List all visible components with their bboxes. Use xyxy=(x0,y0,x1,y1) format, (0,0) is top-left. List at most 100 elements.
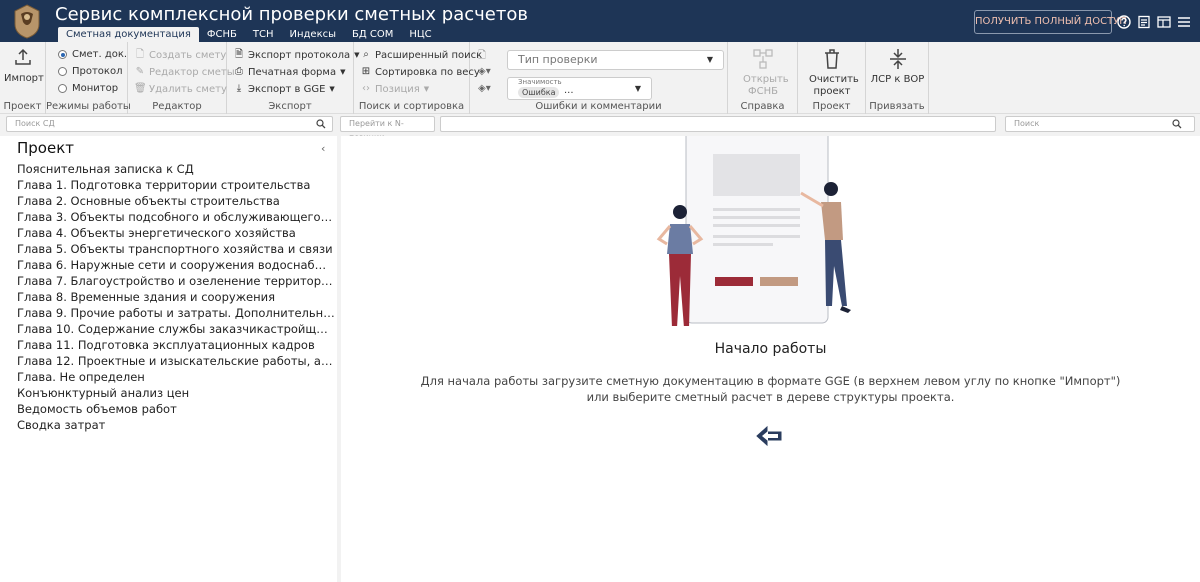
bind-label: ЛСР к ВОР xyxy=(870,74,925,85)
tree-item[interactable]: Глава 7. Благоустройство и озеленение те… xyxy=(17,273,335,289)
tab-tsn[interactable]: ТСН xyxy=(245,27,282,42)
merge-icon xyxy=(889,49,906,69)
group-label-help: Справка xyxy=(740,101,785,112)
tree-item[interactable]: Глава 11. Подготовка эксплуатационных ка… xyxy=(17,337,335,353)
group-label-export: Экспорт xyxy=(268,101,312,112)
tree-item[interactable]: Глава 2. Основные объекты строительства xyxy=(17,193,335,209)
group-label-modes: Режимы работы xyxy=(46,101,131,112)
delete-estimate-button[interactable]: 🗑 Удалить смету xyxy=(134,83,227,95)
tree-item[interactable]: Пояснительная записка к СД xyxy=(17,161,335,177)
help-icon[interactable] xyxy=(1117,15,1131,29)
search-icon: ⌕ xyxy=(363,49,369,60)
tree-item[interactable]: Глава 10. Содержание службы заказчикастр… xyxy=(17,321,335,337)
chevron-down-icon: ▼ xyxy=(340,68,346,76)
check-type-select[interactable]: Тип проверки ▼ xyxy=(507,50,724,70)
chevron-down-icon: ▼ xyxy=(634,84,641,93)
advanced-search-label: Расширенный поиск xyxy=(375,49,483,61)
project-tree-panel: Проект ‹ Пояснительная записка к СД Глав… xyxy=(0,136,337,582)
menu-icon[interactable] xyxy=(1177,15,1191,29)
export-protocol-button[interactable]: 🗎 Экспорт протокола ▼ xyxy=(233,49,360,61)
group-label-bind: Привязать xyxy=(869,101,925,112)
layout-icon[interactable] xyxy=(1157,15,1171,29)
significance-select[interactable]: Значимость Ошибка ... ▼ xyxy=(507,77,652,100)
tree-item[interactable]: Глава 6. Наружные сети и сооружения водо… xyxy=(17,257,335,273)
file-icon[interactable]: 🗋 xyxy=(478,48,486,65)
export-gge-button[interactable]: ⤓ Экспорт в GGE ▼ xyxy=(233,83,335,95)
group-errors: 🗋 ◈▾ ◈▾ Тип проверки ▼ Значимость Ошибка… xyxy=(470,42,728,114)
print-form-button[interactable]: ⎙ Печатная форма ▼ xyxy=(233,66,345,78)
printer-icon: ⎙ xyxy=(235,66,243,77)
trash-icon xyxy=(825,49,839,69)
tree-item[interactable]: Глава. Не определен xyxy=(17,369,335,385)
tree-item[interactable]: Глава 1. Подготовка территории строитель… xyxy=(17,177,335,193)
group-label-project-clear: Проект xyxy=(812,101,851,112)
download-icon: ⤓ xyxy=(236,83,242,94)
tab-bd-som[interactable]: БД СОМ xyxy=(344,27,401,42)
tab-fsnb[interactable]: ФСНБ xyxy=(199,27,245,42)
tab-indexes[interactable]: Индексы xyxy=(281,27,344,42)
main-tabs: Сметная документация ФСНБ ТСН Индексы БД… xyxy=(58,27,440,42)
tree-item[interactable]: Конъюнктурный анализ цен xyxy=(17,385,335,401)
start-description: Для начала работы загрузите сметную доку… xyxy=(341,373,1200,405)
radio-checked-icon xyxy=(58,50,67,59)
search-placeholder: Поиск xyxy=(1014,119,1040,128)
group-label-editor: Редактор xyxy=(152,101,202,112)
mode-label: Монитор xyxy=(72,83,119,94)
clear-project-button[interactable]: Очистить проект xyxy=(806,48,859,98)
mode-monitor-radio[interactable]: Монитор xyxy=(58,83,118,94)
advanced-search-button[interactable]: ⌕ Расширенный поиск xyxy=(360,49,482,61)
tab-smet-doc[interactable]: Сметная документация xyxy=(58,27,199,42)
goto-position-input[interactable]: Перейти к N-позиции xyxy=(340,116,435,142)
file-export-icon: 🗎 xyxy=(234,49,244,60)
document-icon[interactable] xyxy=(1137,15,1151,29)
tree-item[interactable]: Глава 3. Объекты подсобного и обслуживаю… xyxy=(17,209,335,225)
project-tree-title: Проект xyxy=(17,139,75,157)
tree-item[interactable]: Глава 5. Объекты транспортного хозяйства… xyxy=(17,241,335,257)
create-label: Создать смету xyxy=(149,49,227,61)
clear-project-label: Очистить проект xyxy=(809,74,859,97)
edit-estimate-button[interactable]: ✎ Редактор сметы xyxy=(134,66,235,78)
app-title: Сервис комплексной проверки сметных расч… xyxy=(55,4,528,25)
position-button[interactable]: ‹› Позиция ▼ xyxy=(360,83,429,95)
start-title: Начало работы xyxy=(714,341,827,357)
pencil-icon: ✎ xyxy=(135,66,145,77)
import-button[interactable]: Импорт xyxy=(4,48,44,85)
tree-item[interactable]: Глава 9. Прочие работы и затраты. Дополн… xyxy=(17,305,335,321)
group-editor: 🗋 Создать смету ✎ Редактор сметы 🗑 Удалить … xyxy=(128,42,235,114)
tree-item[interactable]: Глава 8. Временные здания и сооружения xyxy=(17,289,335,305)
tab-ncs[interactable]: НЦС xyxy=(401,27,439,42)
tree-item[interactable]: Глава 12. Проектные и изыскательские раб… xyxy=(17,353,335,369)
create-estimate-button[interactable]: 🗋 Создать смету xyxy=(134,49,226,61)
start-description-line2: или выберите сметный расчет в дереве стр… xyxy=(586,390,955,404)
structure-icon xyxy=(753,49,773,69)
group-project-clear: Очистить проект Проект xyxy=(798,42,866,114)
tree-item[interactable]: Сводка затрат xyxy=(17,417,335,433)
fill-color-icon[interactable]: ◈▾ xyxy=(478,66,491,77)
collapse-panel-icon[interactable]: ‹ xyxy=(321,142,325,155)
search-sd-input[interactable]: Поиск СД xyxy=(6,116,333,132)
check-type-placeholder: Тип проверки xyxy=(518,53,598,66)
print-label: Печатная форма xyxy=(248,66,337,78)
sort-label: Сортировка по весу xyxy=(375,66,480,78)
wide-input[interactable] xyxy=(440,116,996,132)
mode-protocol-radio[interactable]: Протокол xyxy=(58,66,122,77)
chevron-down-icon: ▼ xyxy=(329,85,335,93)
get-full-access-button[interactable]: ПОЛУЧИТЬ ПОЛНЫЙ ДОСТУП xyxy=(974,10,1127,34)
new-file-icon: 🗋 xyxy=(135,49,145,60)
chevron-down-icon: ▼ xyxy=(706,55,713,64)
bind-lsr-vor-button[interactable]: ЛСР к ВОР xyxy=(870,48,925,86)
open-fsnb-button[interactable]: Открыть ФСНБ xyxy=(738,48,789,98)
sort-by-weight-button[interactable]: ⊞ Сортировка по весу xyxy=(360,66,480,78)
group-modes: Смет. док. Протокол Монитор Режимы работ… xyxy=(46,42,131,114)
significance-more: ... xyxy=(564,85,574,96)
tree-item[interactable]: Ведомость объемов работ xyxy=(17,401,335,417)
position-label: Позиция xyxy=(375,83,420,95)
arrow-left-icon[interactable] xyxy=(754,424,784,448)
group-search-sort: ⌕ Расширенный поиск ⊞ Сортировка по весу ‹… xyxy=(354,42,482,114)
search-input[interactable]: Поиск xyxy=(1005,116,1195,132)
sort-icon: ⊞ xyxy=(361,66,371,77)
mode-smet-doc-radio[interactable]: Смет. док. xyxy=(58,49,127,60)
highlight-color-icon[interactable]: ◈▾ xyxy=(478,83,491,94)
radio-icon xyxy=(58,84,67,93)
tree-item[interactable]: Глава 4. Объекты энергетического хозяйст… xyxy=(17,225,335,241)
